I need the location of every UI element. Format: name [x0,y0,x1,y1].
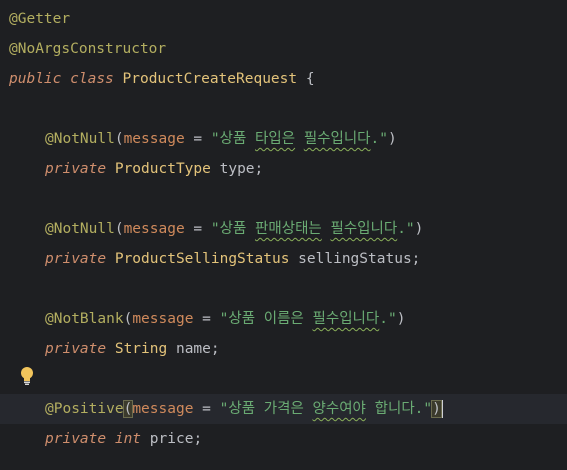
spelling-warning: 판매상태는 [255,221,322,237]
type-name: ProductSellingStatus [114,251,290,267]
param-message: message [123,131,185,147]
annotation-no-args-constructor: @NoArgsConstructor [9,41,167,57]
keyword-private: private [45,161,107,177]
code-line-12[interactable]: private String name; [0,334,567,364]
class-name: ProductCreateRequest [122,71,298,87]
field-name: sellingStatus [289,251,412,267]
code-line-8[interactable]: @NotNull(message = "상품 판매상태는 필수입니다.") [0,214,567,244]
open-brace: { [305,71,315,87]
keyword-int: int [114,431,142,447]
annotation-not-null: @NotNull [45,131,115,147]
string-literal: "상품 가격은 양수여야 합니다." [219,401,433,417]
param-message: message [123,221,185,237]
lightbulb-icon[interactable] [17,365,37,387]
text-caret [440,400,443,418]
code-line-1[interactable]: @Getter [0,4,567,34]
param-message: message [132,401,194,417]
type-name: String [114,341,168,357]
annotation-positive: @Positive [45,401,124,417]
string-literal: "상품 타입은 필수입니다." [210,131,388,147]
keyword-public: public [9,71,62,87]
keyword-private: private [45,251,107,267]
annotation-not-null: @NotNull [45,221,115,237]
code-line-2[interactable]: @NoArgsConstructor [0,34,567,64]
matched-paren-open: ( [122,400,134,418]
field-name: name [167,341,211,357]
code-line-9[interactable]: private ProductSellingStatus sellingStat… [0,244,567,274]
code-line-15[interactable]: private int price; [0,424,567,454]
spelling-warning: 필수입니다 [330,221,398,237]
type-name: ProductType [114,161,211,177]
code-editor[interactable]: @Getter @NoArgsConstructor public class … [0,0,567,470]
code-line-14-current[interactable]: @Positive(message = "상품 가격은 양수여야 합니다.") [0,394,567,424]
spelling-warning: 타입은 [255,131,296,147]
annotation-getter: @Getter [9,11,71,27]
code-line-6[interactable]: private ProductType type; [0,154,567,184]
string-literal: "상품 이름은 필수입니다." [219,311,397,327]
spelling-warning: 양수여야 [312,401,366,417]
code-line-5[interactable]: @NotNull(message = "상품 타입은 필수입니다.") [0,124,567,154]
keyword-private: private [45,341,107,357]
code-line-3[interactable]: public class ProductCreateRequest { [0,64,567,94]
keyword-class: class [70,71,114,87]
matched-paren-close: ) [431,400,442,418]
string-literal: "상품 판매상태는 필수입니다." [210,221,415,237]
code-line-11[interactable]: @NotBlank(message = "상품 이름은 필수입니다.") [0,304,567,334]
param-message: message [132,311,194,327]
field-name: price [141,431,194,447]
keyword-private: private [45,431,107,447]
annotation-not-blank: @NotBlank [45,311,124,327]
field-name: type [210,161,255,177]
spelling-warning: 필수입니다 [303,131,371,147]
spelling-warning: 필수입니다 [312,311,380,327]
